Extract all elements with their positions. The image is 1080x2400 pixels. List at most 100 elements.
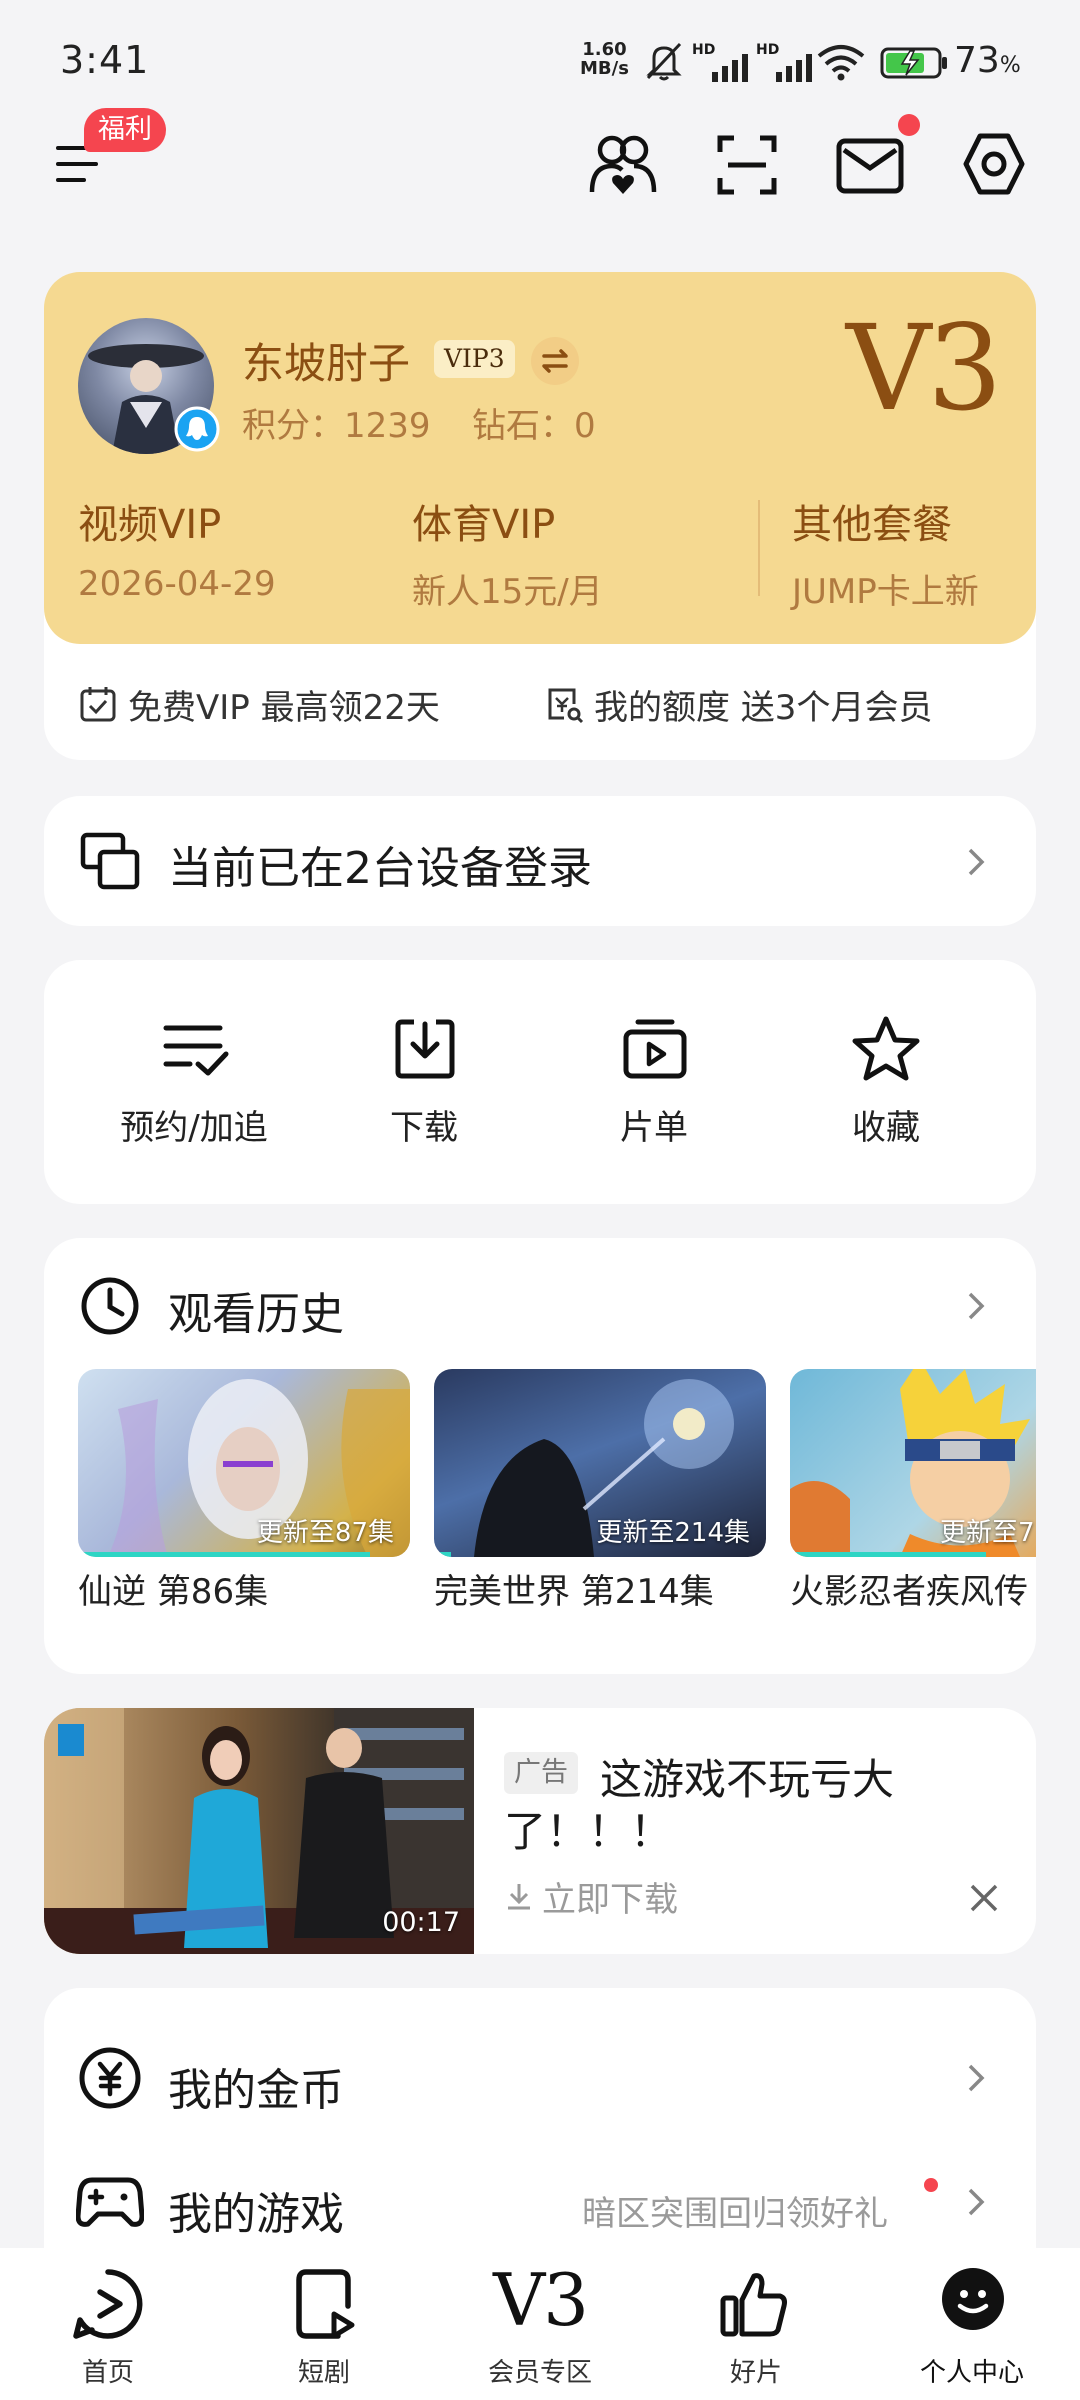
games-notification-dot [924,2178,938,2192]
thumbs-up-icon [720,2273,787,2337]
status-bar: 3:41 1.60 MB/s HD HD 73% [0,0,1080,124]
ad-download-label: 立即下载 [542,1879,678,1920]
mail-icon[interactable] [836,138,904,194]
gamepad-icon [76,2177,144,2227]
chevron-right-icon [968,2064,985,2092]
ad-download-button[interactable]: 立即下载 [504,1874,678,1920]
quick-menu-label: 预约/加追 [120,1108,268,1148]
battery-percent: 73% [954,40,1021,81]
plan-sports-vip[interactable]: 体育VIP 新人15元/月 [412,492,712,613]
my-quota-perk[interactable]: 我的额度 送3个月会员 [544,680,932,728]
history-header[interactable]: 观看历史 [44,1238,1036,1348]
history-item-thumbnail[interactable]: 更新至87集 [78,1369,410,1557]
mute-bell-icon [646,42,682,81]
network-speed: 1.60 MB/s [580,40,629,78]
close-icon[interactable] [968,1882,1000,1914]
nav-vip-zone[interactable]: V3 会员专区 [432,2248,648,2400]
chevron-right-icon [968,2188,985,2216]
perk-label: 免费VIP 最高领22天 [128,687,440,728]
download-icon [395,1019,455,1079]
plan-subtitle: 2026-04-29 [78,564,276,604]
watch-progress-bar [790,1552,986,1557]
watch-progress-bar [434,1552,451,1557]
checklist-icon [163,1025,229,1076]
wifi-icon [817,45,865,81]
short-drama-icon [296,2269,355,2339]
quick-menu-download[interactable]: 下载 [324,1010,524,1170]
plan-video-vip[interactable]: 视频VIP 2026-04-29 [78,492,378,604]
watch-progress-bar [78,1552,371,1557]
coin-icon [79,2047,141,2109]
status-time: 3:41 [60,38,150,82]
settings-icon[interactable] [960,130,1028,198]
nav-label: 会员专区 [487,2358,592,2388]
plan-title: 其他套餐 [792,502,952,548]
devices-icon [80,832,140,890]
ad-video-thumbnail[interactable]: 00:17 [44,1708,474,1954]
network-speed-unit: MB/s [580,58,629,79]
quick-menu-reserve[interactable]: 预约/加追 [94,1010,294,1170]
welfare-badge[interactable]: 福利 [84,108,166,152]
ad-tag: 广告 [504,1752,578,1794]
qq-icon [174,406,220,452]
nav-label: 短剧 [297,2358,350,2388]
vip-zone-icon: V3 [493,2258,589,2342]
plan-subtitle: JUMP卡上新 [792,572,979,612]
free-vip-perk[interactable]: 免费VIP 最高领22天 [78,680,440,728]
games-promo-text: 暗区突围回归领好礼 [582,2194,888,2234]
list-item-games[interactable]: 我的游戏 暗区突围回归领好礼 [44,2148,1036,2248]
nav-label: 好片 [729,2358,782,2388]
ad-title-line2[interactable]: 了！！！ [504,1798,672,1859]
list-item-label: 我的金币 [168,2065,344,2116]
cell-signal-2-icon: HD [756,42,816,82]
chevron-right-icon [968,848,985,876]
plan-title: 视频VIP [78,502,222,548]
nav-profile[interactable]: 个人中心 [864,2248,1080,2400]
history-item-thumbnail[interactable]: 更新至214集 [434,1369,766,1557]
mail-notification-dot [898,114,920,136]
points-label: 积分：1239 [242,406,431,446]
star-icon [852,1016,920,1081]
nav-label: 个人中心 [919,2358,1024,2388]
nav-home[interactable]: 首页 [0,2248,216,2400]
nav-short-drama[interactable]: 短剧 [216,2248,432,2400]
devices-row[interactable]: 当前已在2台设备登录 [44,796,1036,926]
quick-menu-favorites[interactable]: 收藏 [786,1010,986,1170]
history-item-title[interactable]: 完美世界 第214集 [434,1564,774,1613]
profile-face-icon [942,2268,1004,2330]
plan-divider [758,500,760,596]
update-badge: 更新至7 [940,1518,1035,1548]
quick-menu-playlist[interactable]: 片单 [554,1010,754,1170]
history-item-title[interactable]: 仙逆 第86集 [78,1564,410,1613]
list-item-coins[interactable]: 我的金币 [44,2020,1036,2136]
nav-good-films[interactable]: 好片 [648,2248,864,2400]
plan-subtitle: 新人15元/月 [412,572,603,612]
quota-search-icon [548,688,584,724]
vip-level-badge: VIP3 [434,340,515,378]
history-item-title[interactable]: 火影忍者疾风传 [790,1564,1036,1613]
ad-card[interactable]: 00:17 广告 这游戏不玩亏大 了！！！ 立即下载 [44,1708,1036,1954]
history-scroller[interactable]: 更新至87集 仙逆 第86集 更新至214集 完美世界 第214集 更新至7 火… [44,1360,1036,1650]
switch-account-icon[interactable] [530,336,580,386]
quick-menu-label: 片单 [620,1108,688,1148]
scan-icon[interactable] [716,134,778,196]
history-title: 观看历史 [168,1289,344,1340]
playlist-icon [623,1019,687,1079]
clock-icon [81,1277,139,1335]
battery-icon [880,47,947,79]
quick-menu-label: 收藏 [852,1108,920,1148]
username[interactable]: 东坡肘子 [242,330,410,391]
home-play-icon [73,2269,143,2339]
quick-menu-label: 下载 [390,1108,458,1148]
plan-other[interactable]: 其他套餐 JUMP卡上新 [792,492,1022,613]
chevron-right-icon [968,1292,985,1320]
devices-label: 当前已在2台设备登录 [168,843,592,894]
nav-label: 首页 [81,2358,134,2388]
friends-icon[interactable] [588,132,658,198]
diamonds-label: 钻石：0 [472,406,596,446]
download-arrow-icon [508,1884,530,1910]
ad-duration: 00:17 [382,1907,460,1938]
cell-signal-1-icon: HD [692,42,752,82]
calendar-check-icon [80,687,116,722]
history-item-thumbnail[interactable]: 更新至7 [790,1369,1036,1557]
